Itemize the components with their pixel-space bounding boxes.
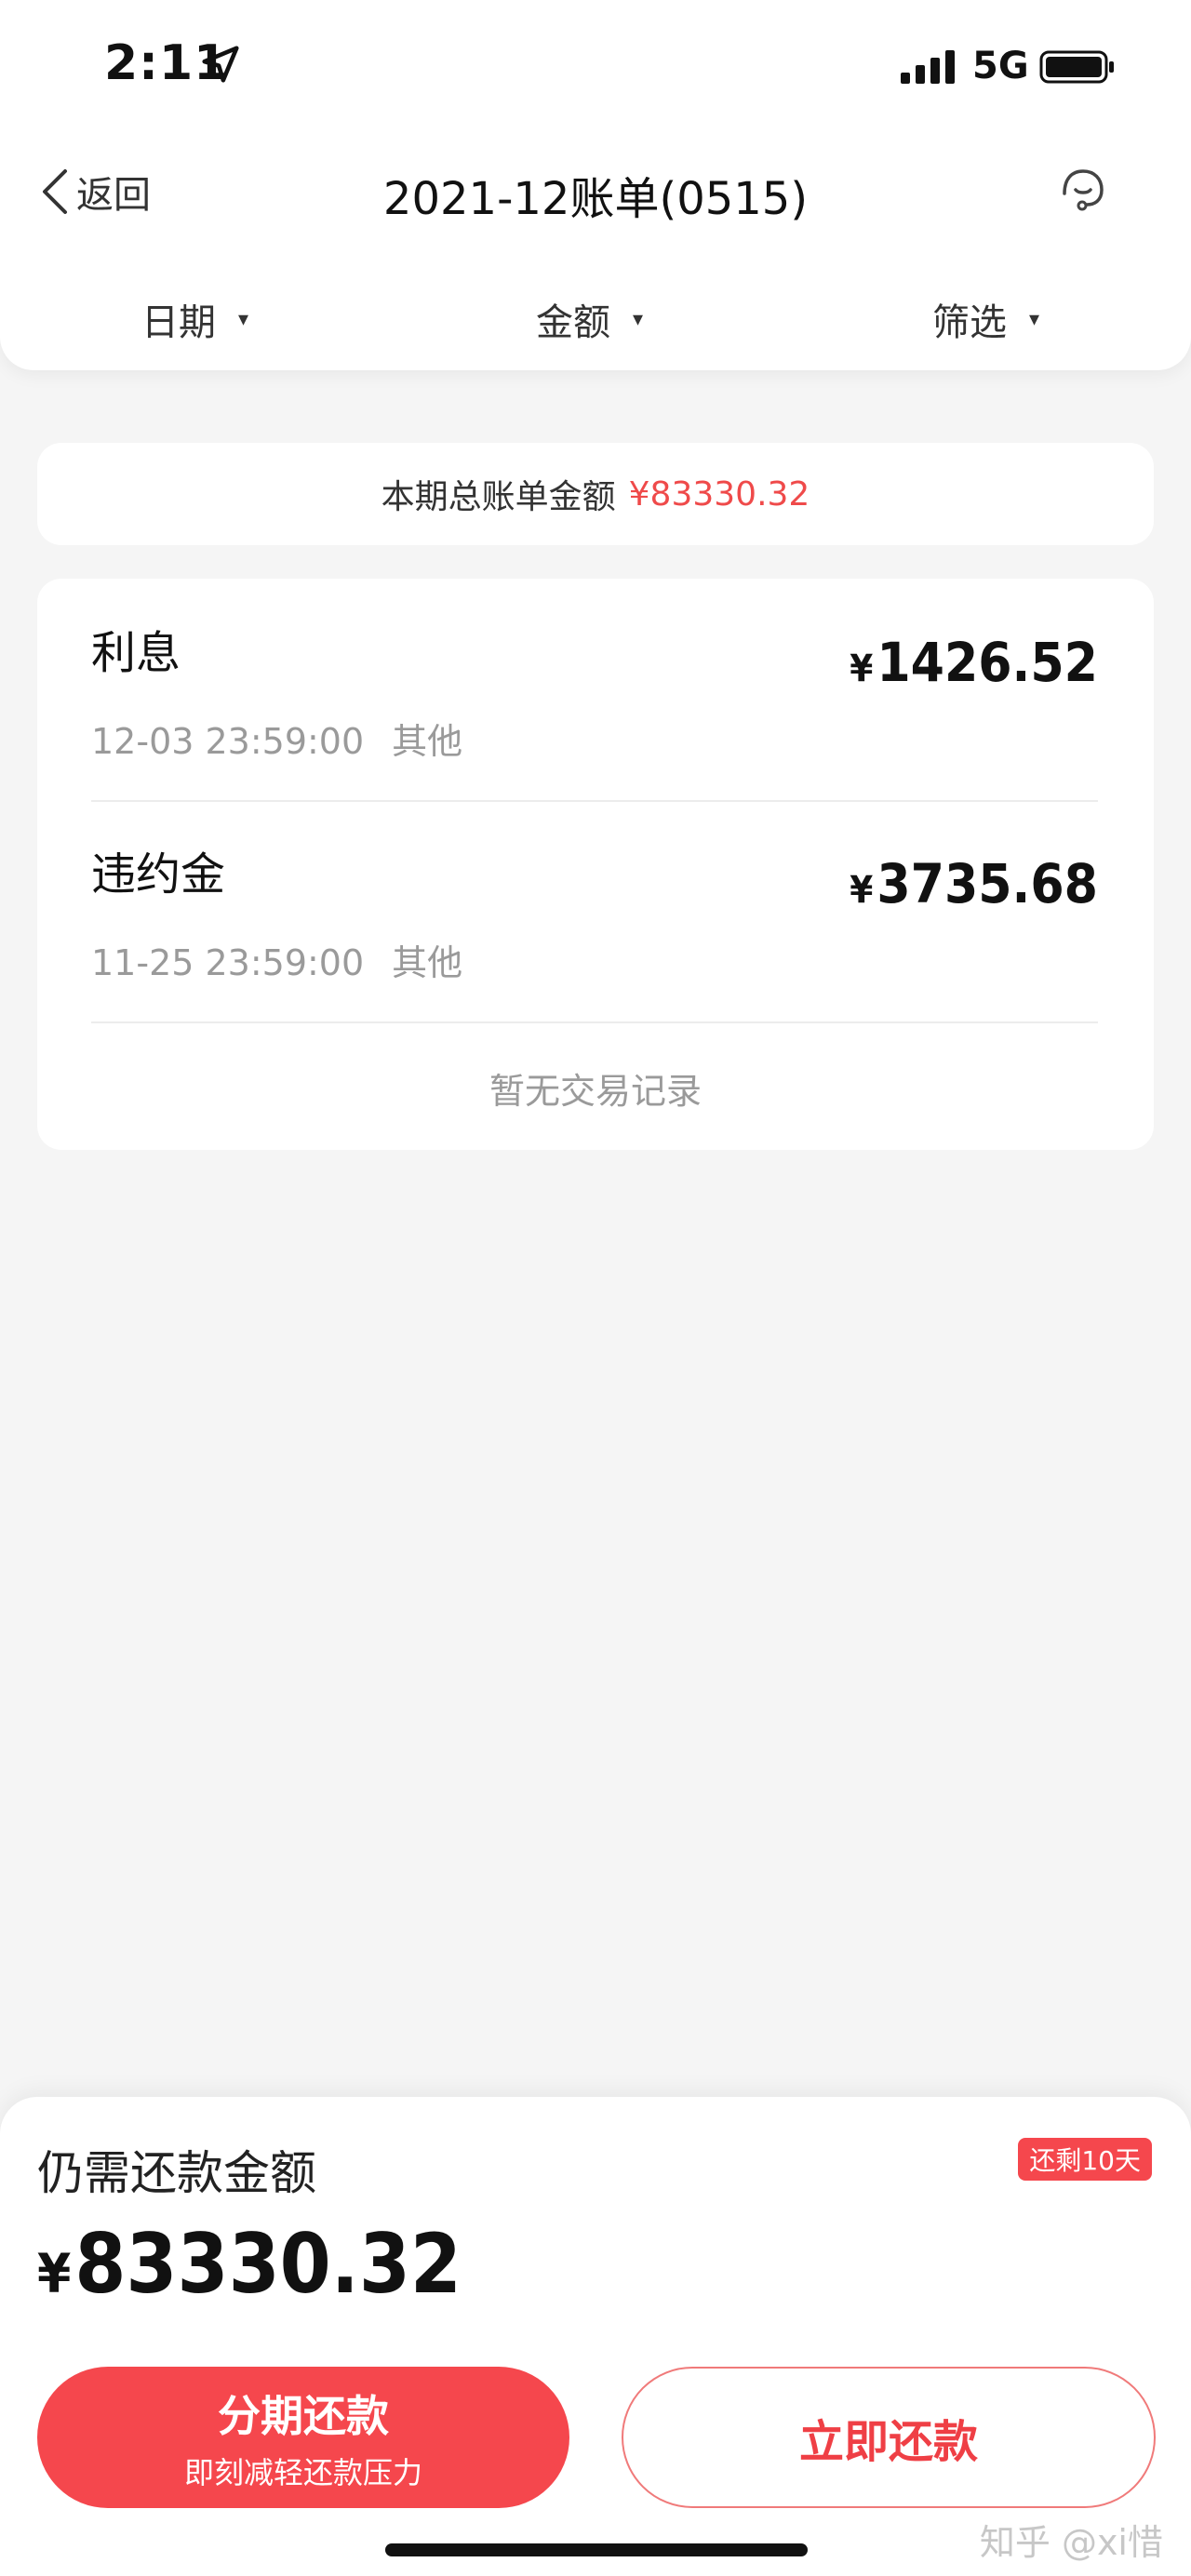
repayment-panel: 仍需还款金额 还剩10天 ¥83330.32 分期还款 即刻减轻还款压力 立即还… (0, 2097, 1191, 2576)
filter-bar: 日期 ▾ 金额 ▾ 筛选 ▾ (0, 287, 1191, 352)
installment-button[interactable]: 分期还款 即刻减轻还款压力 (37, 2367, 569, 2508)
transaction-meta: 11-25 23:59:00 其他 (91, 934, 462, 985)
filter-amount[interactable]: 金额 ▾ (536, 287, 643, 352)
filter-screen-label: 筛选 (932, 301, 1007, 344)
signal-icon (901, 50, 955, 84)
empty-state-text: 暂无交易记录 (488, 1071, 702, 1112)
currency-symbol: ¥ (850, 647, 874, 690)
filter-date[interactable]: 日期 ▾ (141, 287, 248, 352)
customer-service-icon[interactable] (1053, 162, 1113, 221)
installment-button-label: 分期还款 (218, 2391, 389, 2441)
due-amount-value: 83330.32 (74, 2216, 462, 2312)
page-title: 2021-12账单(0515) (382, 173, 809, 225)
bill-total-amount: ¥83330.32 (628, 474, 810, 514)
caret-down-icon: ▾ (1029, 307, 1040, 331)
transaction-row[interactable]: 违约金 11-25 23:59:00 其他 ¥3735.68 (91, 800, 1098, 1023)
currency-symbol: ¥ (850, 869, 874, 912)
caret-down-icon: ▾ (238, 307, 249, 331)
transaction-amount: ¥3735.68 (850, 852, 1098, 915)
battery-icon (1039, 50, 1114, 84)
top-header: 2:11 5G 返回 2021-12账单(0515) 日期 ▾ 金额 ▾ 筛选 … (0, 0, 1191, 370)
pay-now-button[interactable]: 立即还款 (622, 2367, 1156, 2508)
transaction-amount-value: 1426.52 (877, 631, 1098, 694)
currency-symbol: ¥ (37, 2242, 72, 2305)
installment-button-subtitle: 即刻减轻还款压力 (183, 2455, 422, 2490)
filter-amount-label: 金额 (536, 301, 610, 344)
bill-total-label: 本期总账单金额 (381, 478, 616, 516)
transaction-datetime: 12-03 23:59:00 (91, 721, 365, 762)
location-arrow-icon (202, 46, 239, 83)
transaction-datetime: 11-25 23:59:00 (91, 942, 365, 983)
network-type: 5G (972, 45, 1029, 87)
transaction-category: 其他 (392, 721, 463, 762)
home-indicator (385, 2543, 808, 2556)
filter-screen[interactable]: 筛选 ▾ (932, 287, 1039, 352)
transaction-amount: ¥1426.52 (850, 631, 1098, 694)
caret-down-icon: ▾ (633, 307, 644, 331)
transaction-amount-value: 3735.68 (877, 852, 1098, 915)
transaction-name: 利息 (91, 627, 181, 679)
transaction-row[interactable]: 利息 12-03 23:59:00 其他 ¥1426.52 (91, 579, 1098, 802)
transaction-meta: 12-03 23:59:00 其他 (91, 713, 462, 764)
transaction-name: 违约金 (91, 848, 226, 901)
bill-total-card: 本期总账单金额 ¥83330.32 (37, 443, 1154, 545)
filter-date-label: 日期 (141, 301, 216, 344)
due-amount: ¥83330.32 (37, 2216, 462, 2312)
watermark: 知乎 @xi惜 (979, 2522, 1163, 2563)
transaction-list: 利息 12-03 23:59:00 其他 ¥1426.52 违约金 11-25 2… (37, 579, 1154, 1150)
due-label: 仍需还款金额 (37, 2146, 316, 2200)
days-left-badge: 还剩10天 (1018, 2138, 1152, 2181)
transaction-category: 其他 (392, 942, 463, 983)
